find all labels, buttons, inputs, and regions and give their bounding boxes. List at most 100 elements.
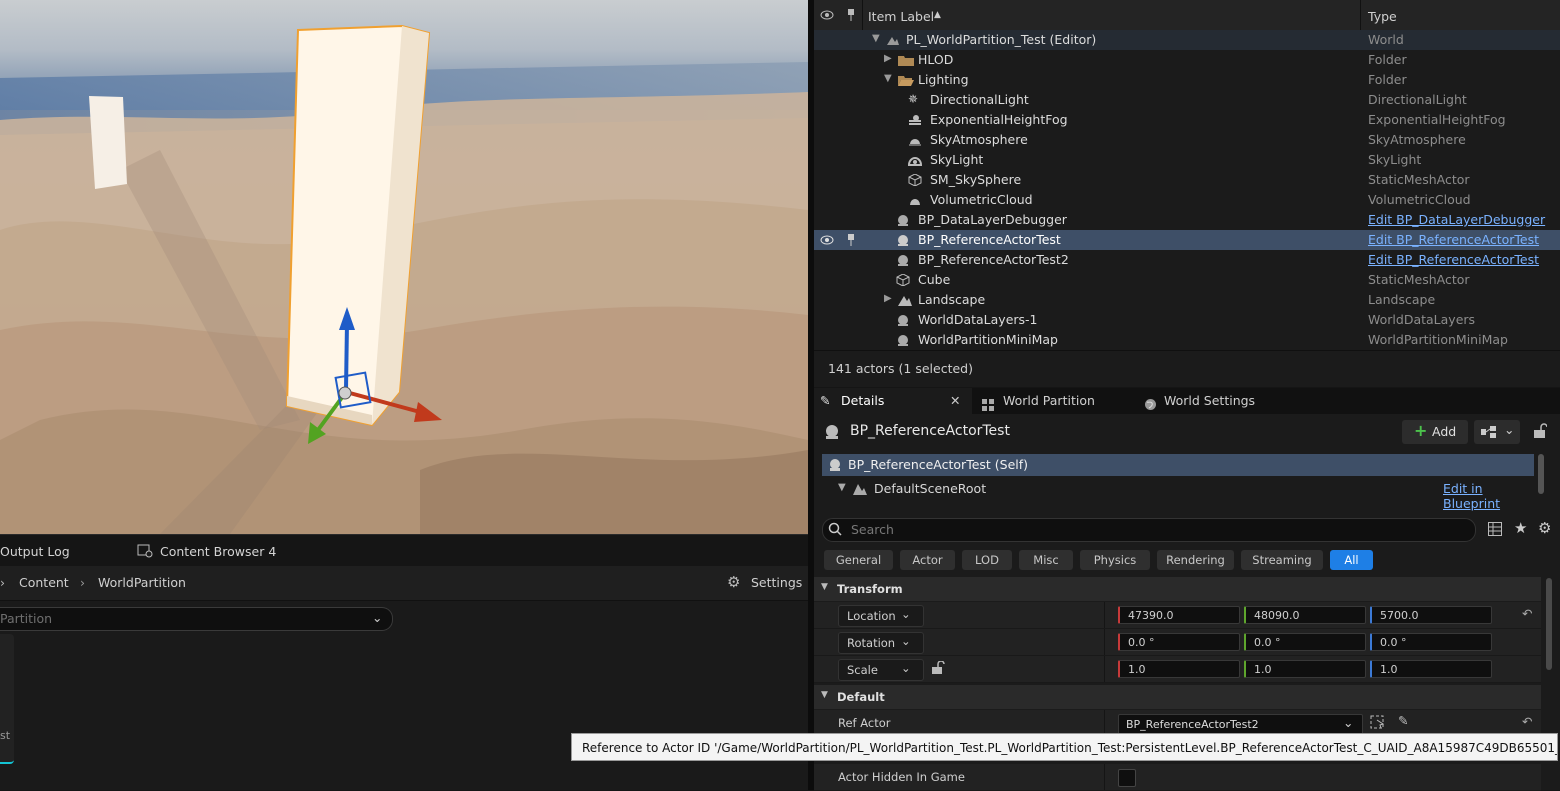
outliner-row-lighting[interactable]: ▼ Lighting Folder xyxy=(814,70,1560,90)
tab-output-log[interactable]: Output Log xyxy=(0,544,70,559)
filter-general[interactable]: General xyxy=(824,550,893,570)
outliner-row-worlddatalayers[interactable]: WorldDataLayers-1 WorldDataLayers xyxy=(814,310,1560,330)
collapsed-arrow-icon[interactable]: ▶ xyxy=(884,293,892,304)
browse-actor-icon[interactable] xyxy=(1370,715,1386,732)
tab-world-settings[interactable]: World Settings xyxy=(1144,388,1294,414)
tab-details-label: Details xyxy=(841,393,885,408)
chevron-right-icon[interactable]: › xyxy=(0,575,5,590)
rotation-mode-dropdown[interactable]: Rotation ⌄ xyxy=(838,632,924,654)
grid-icon xyxy=(982,394,994,420)
rotation-z-input[interactable]: 0.0 ° xyxy=(1370,633,1492,651)
outliner-row-bp-referenceactortest2[interactable]: BP_ReferenceActorTest2 Edit BP_Reference… xyxy=(814,250,1560,270)
filter-misc[interactable]: Misc xyxy=(1019,550,1073,570)
outliner-row-bp-referenceactortest[interactable]: BP_ReferenceActorTest Edit BP_ReferenceA… xyxy=(814,230,1560,250)
outliner-row-skyatmosphere[interactable]: SkyAtmosphere SkyAtmosphere xyxy=(814,130,1560,150)
default-section-header[interactable]: ▼ Default xyxy=(814,685,1541,709)
outliner-row-world[interactable]: ▼ PL_WorldPartition_Test (Editor) World xyxy=(814,30,1560,50)
filter-streaming[interactable]: Streaming xyxy=(1241,550,1323,570)
location-x-input[interactable]: 47390.0 xyxy=(1118,606,1240,624)
outliner-row-directionallight[interactable]: ✵ DirectionalLight DirectionalLight xyxy=(814,90,1560,110)
outliner-row-landscape[interactable]: ▶ Landscape Landscape xyxy=(814,290,1560,310)
blueprint-options-button[interactable]: ⌄ xyxy=(1474,420,1520,444)
outliner-row-skylight[interactable]: SkyLight SkyLight xyxy=(814,150,1560,170)
outliner-row-fog[interactable]: ExponentialHeightFog ExponentialHeightFo… xyxy=(814,110,1560,130)
column-header-type[interactable]: Type xyxy=(1368,9,1397,24)
lock-open-icon[interactable] xyxy=(1533,423,1548,442)
filter-rendering[interactable]: Rendering xyxy=(1157,550,1234,570)
component-scrollbar[interactable] xyxy=(1538,454,1544,494)
rotation-x-input[interactable]: 0.0 ° xyxy=(1118,633,1240,651)
pin-icon[interactable] xyxy=(846,233,856,250)
ref-actor-label: Ref Actor xyxy=(838,716,891,730)
edit-blueprint-link[interactable]: Edit BP_ReferenceActorTest xyxy=(1368,232,1539,247)
filter-lod[interactable]: LOD xyxy=(962,550,1012,570)
outliner-row-minimap[interactable]: WorldPartitionMiniMap WorldPartitionMini… xyxy=(814,330,1560,350)
row-type: VolumetricCloud xyxy=(1368,192,1471,207)
star-icon[interactable]: ★ xyxy=(1514,519,1527,537)
reset-arrow-icon[interactable]: ↶ xyxy=(1522,606,1532,621)
row-label: BP_ReferenceActorTest2 xyxy=(918,252,1069,267)
gear-icon[interactable]: ⚙ xyxy=(1538,519,1551,537)
column-header-item-label[interactable]: Item Label xyxy=(868,9,934,24)
breadcrumb-worldpartition[interactable]: WorldPartition xyxy=(98,575,186,590)
folder-open-icon xyxy=(898,74,914,86)
filter-all[interactable]: All xyxy=(1330,550,1373,570)
details-scrollbar[interactable] xyxy=(1546,578,1552,670)
globe-icon xyxy=(1144,394,1157,420)
scale-y-input[interactable]: 1.0 xyxy=(1244,660,1366,678)
scale-z-input[interactable]: 1.0 xyxy=(1370,660,1492,678)
filter-physics[interactable]: Physics xyxy=(1080,550,1150,570)
outliner-row-volumetriccloud[interactable]: VolumetricCloud VolumetricCloud xyxy=(814,190,1560,210)
outliner-row-smskysphere[interactable]: SM_SkySphere StaticMeshActor xyxy=(814,170,1560,190)
rotation-y-input[interactable]: 0.0 ° xyxy=(1244,633,1366,651)
table-view-icon[interactable] xyxy=(1488,522,1502,539)
actor-icon xyxy=(896,234,910,246)
search-input[interactable]: Search xyxy=(822,518,1476,542)
expanded-arrow-icon[interactable]: ▼ xyxy=(884,73,892,84)
tab-details[interactable]: ✎ Details ✕ xyxy=(814,388,972,414)
actor-hidden-checkbox[interactable] xyxy=(1118,769,1136,787)
row-type: World xyxy=(1368,32,1404,47)
transform-section-header[interactable]: ▼ Transform xyxy=(814,577,1541,601)
breadcrumb-content[interactable]: Content xyxy=(19,575,69,590)
eye-icon[interactable] xyxy=(820,9,834,24)
eye-icon[interactable] xyxy=(820,234,834,249)
add-component-button[interactable]: + Add xyxy=(1402,420,1468,444)
location-y-input[interactable]: 48090.0 xyxy=(1244,606,1366,624)
settings-button[interactable]: Settings xyxy=(751,575,802,590)
collapsed-arrow-icon[interactable]: ▶ xyxy=(884,53,892,64)
lock-open-icon[interactable] xyxy=(931,660,945,678)
edit-in-blueprint-link[interactable]: Edit in Blueprint xyxy=(1443,481,1534,511)
tab-content-browser[interactable]: Content Browser 4 xyxy=(160,544,276,559)
asset-tile[interactable]: st xyxy=(0,634,14,764)
tab-world-partition[interactable]: World Partition xyxy=(982,388,1132,414)
column-divider xyxy=(862,0,863,32)
component-row-self[interactable]: BP_ReferenceActorTest (Self) xyxy=(822,454,1534,476)
outliner-row-hlod[interactable]: ▶ HLOD Folder xyxy=(814,50,1560,70)
gear-icon[interactable]: ⚙ xyxy=(727,573,740,591)
edit-blueprint-link[interactable]: Edit BP_ReferenceActorTest xyxy=(1368,252,1539,267)
expanded-arrow-icon[interactable]: ▼ xyxy=(838,482,846,493)
edit-blueprint-link[interactable]: Edit BP_DataLayerDebugger xyxy=(1368,212,1545,227)
close-icon[interactable]: ✕ xyxy=(950,388,960,414)
scale-x-input[interactable]: 1.0 xyxy=(1118,660,1240,678)
eyedropper-icon[interactable]: ✎ xyxy=(1398,713,1408,728)
component-row-root[interactable]: ▼ DefaultSceneRoot Edit in Blueprint xyxy=(822,478,1534,511)
scale-mode-dropdown[interactable]: Scale ⌄ xyxy=(838,659,924,681)
reset-arrow-icon[interactable]: ↶ xyxy=(1522,714,1532,729)
row-type: WorldDataLayers xyxy=(1368,312,1476,327)
filter-value: Partition xyxy=(0,611,53,626)
cube-icon xyxy=(896,273,910,287)
location-z-input[interactable]: 5700.0 xyxy=(1370,606,1492,624)
filter-actor[interactable]: Actor xyxy=(900,550,955,570)
pin-icon[interactable] xyxy=(846,8,856,25)
component-root-label: DefaultSceneRoot xyxy=(874,481,987,496)
asset-filter-dropdown[interactable]: Partition ⌄ xyxy=(0,607,393,631)
outliner-row-cube[interactable]: Cube StaticMeshActor xyxy=(814,270,1560,290)
expanded-arrow-icon[interactable]: ▼ xyxy=(872,33,880,44)
expanded-arrow-icon: ▼ xyxy=(821,690,828,700)
outliner-row-bp-datalayerdebugger[interactable]: BP_DataLayerDebugger Edit BP_DataLayerDe… xyxy=(814,210,1560,230)
location-mode-dropdown[interactable]: Location ⌄ xyxy=(838,605,924,627)
add-label: Add xyxy=(1432,424,1457,439)
level-viewport[interactable] xyxy=(0,0,808,534)
